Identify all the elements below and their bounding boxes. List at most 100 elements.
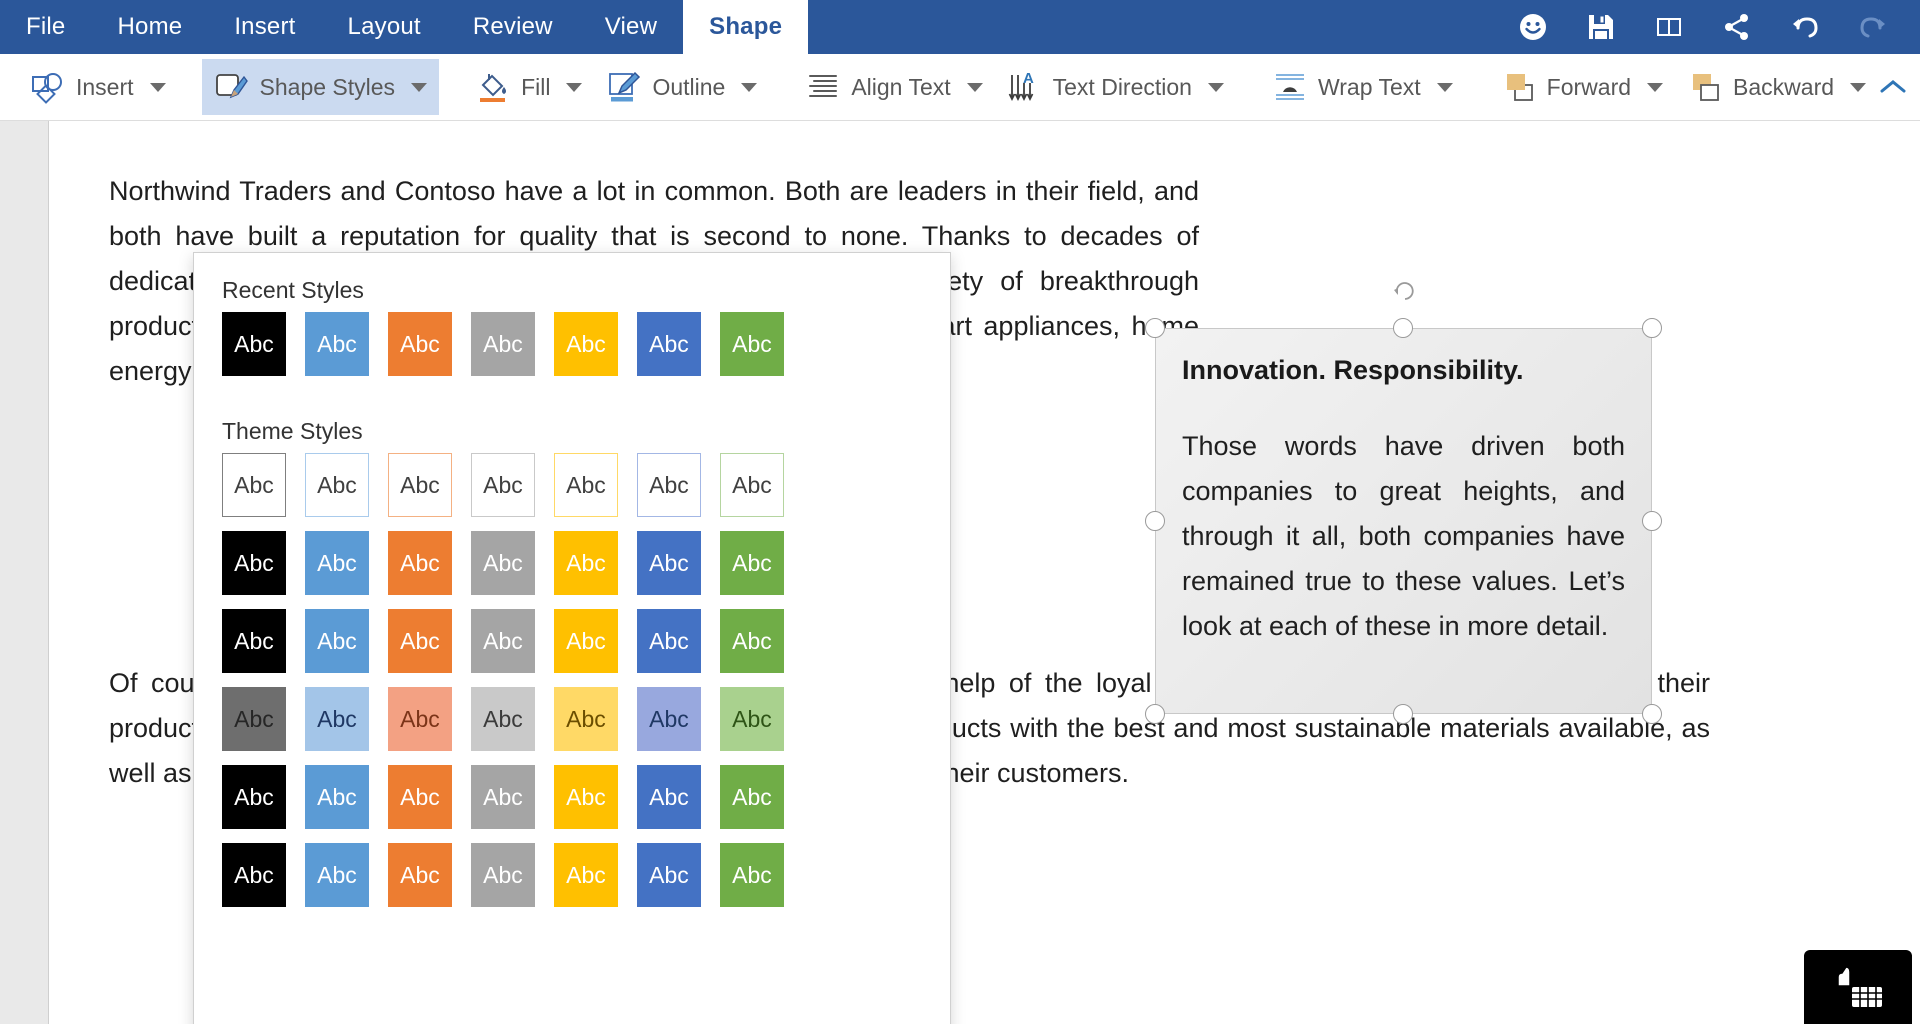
theme-style-swatch-5-6[interactable]: Abc — [637, 765, 701, 829]
theme-style-swatch-5-1[interactable]: Abc — [222, 765, 286, 829]
chevron-down-icon[interactable] — [1436, 82, 1453, 92]
chevron-down-icon[interactable] — [566, 82, 583, 92]
text-box-shape[interactable]: Innovation. Responsibility. Those words … — [1155, 328, 1652, 714]
chevron-down-icon[interactable] — [1850, 82, 1867, 92]
theme-styles-row-6: Abc Abc Abc Abc Abc Abc Abc — [194, 843, 950, 907]
theme-style-swatch-2-6[interactable]: Abc — [637, 531, 701, 595]
recent-style-swatch-6[interactable]: Abc — [637, 312, 701, 376]
read-mode-book-icon[interactable] — [1652, 10, 1686, 44]
collapse-ribbon-button[interactable] — [1878, 69, 1908, 105]
resize-handle-middle-left[interactable] — [1145, 511, 1165, 531]
resize-handle-middle-right[interactable] — [1642, 511, 1662, 531]
tab-insert[interactable]: Insert — [208, 0, 321, 54]
insert-shape-button[interactable]: Insert — [18, 59, 178, 115]
theme-style-swatch-3-1[interactable]: Abc — [222, 609, 286, 673]
tab-layout[interactable]: Layout — [322, 0, 447, 54]
recent-style-swatch-2[interactable]: Abc — [305, 312, 369, 376]
theme-style-swatch-3-7[interactable]: Abc — [720, 609, 784, 673]
recent-style-swatch-3[interactable]: Abc — [388, 312, 452, 376]
tab-view[interactable]: View — [579, 0, 683, 54]
theme-style-swatch-4-3[interactable]: Abc — [388, 687, 452, 751]
chevron-down-icon[interactable] — [966, 82, 983, 92]
recent-style-swatch-7[interactable]: Abc — [720, 312, 784, 376]
send-backward-button[interactable]: Backward — [1675, 59, 1878, 115]
save-icon[interactable] — [1584, 10, 1618, 44]
tab-shape[interactable]: Shape — [683, 0, 809, 54]
theme-style-swatch-1-7[interactable]: Abc — [720, 453, 784, 517]
feedback-smiley-icon[interactable] — [1516, 10, 1550, 44]
resize-handle-top-center[interactable] — [1393, 318, 1413, 338]
theme-style-swatch-6-5[interactable]: Abc — [554, 843, 618, 907]
theme-style-swatch-1-1[interactable]: Abc — [222, 453, 286, 517]
wrap-text-button[interactable]: Wrap Text — [1260, 59, 1465, 115]
share-icon[interactable] — [1720, 10, 1754, 44]
theme-style-swatch-4-5[interactable]: Abc — [554, 687, 618, 751]
text-direction-label: Text Direction — [1052, 73, 1192, 100]
theme-style-swatch-2-7[interactable]: Abc — [720, 531, 784, 595]
theme-style-swatch-1-3[interactable]: Abc — [388, 453, 452, 517]
theme-style-swatch-5-2[interactable]: Abc — [305, 765, 369, 829]
chevron-down-icon[interactable] — [1207, 82, 1224, 92]
tab-file[interactable]: File — [0, 0, 91, 54]
theme-style-swatch-5-3[interactable]: Abc — [388, 765, 452, 829]
theme-style-swatch-1-5[interactable]: Abc — [554, 453, 618, 517]
outline-label: Outline — [652, 73, 726, 100]
theme-style-swatch-6-6[interactable]: Abc — [637, 843, 701, 907]
title-bar: File Home Insert Layout Review View Shap… — [0, 0, 1920, 54]
theme-style-swatch-3-5[interactable]: Abc — [554, 609, 618, 673]
redo-icon[interactable] — [1856, 10, 1890, 44]
chevron-down-icon[interactable] — [411, 82, 428, 92]
recent-style-swatch-1[interactable]: Abc — [222, 312, 286, 376]
touch-keyboard-button[interactable] — [1804, 950, 1912, 1024]
theme-style-swatch-3-4[interactable]: Abc — [471, 609, 535, 673]
theme-style-swatch-2-5[interactable]: Abc — [554, 531, 618, 595]
theme-style-swatch-5-5[interactable]: Abc — [554, 765, 618, 829]
undo-icon[interactable] — [1788, 10, 1822, 44]
theme-style-swatch-4-2[interactable]: Abc — [305, 687, 369, 751]
recent-style-swatch-5[interactable]: Abc — [554, 312, 618, 376]
theme-style-swatch-4-1[interactable]: Abc — [222, 687, 286, 751]
resize-handle-bottom-left[interactable] — [1145, 704, 1165, 724]
outline-button[interactable]: Outline — [594, 59, 769, 115]
theme-style-swatch-6-1[interactable]: Abc — [222, 843, 286, 907]
theme-style-swatch-6-3[interactable]: Abc — [388, 843, 452, 907]
document-canvas[interactable]: Northwind Traders and Contoso have a lot… — [0, 121, 1920, 1024]
theme-style-swatch-3-6[interactable]: Abc — [637, 609, 701, 673]
theme-style-swatch-6-2[interactable]: Abc — [305, 843, 369, 907]
resize-handle-bottom-center[interactable] — [1393, 704, 1413, 724]
insert-shape-label: Insert — [76, 73, 134, 100]
theme-style-swatch-4-7[interactable]: Abc — [720, 687, 784, 751]
theme-style-swatch-1-6[interactable]: Abc — [637, 453, 701, 517]
theme-style-swatch-1-4[interactable]: Abc — [471, 453, 535, 517]
theme-style-swatch-5-4[interactable]: Abc — [471, 765, 535, 829]
bring-forward-button[interactable]: Forward — [1489, 59, 1675, 115]
align-text-button[interactable]: Align Text — [793, 59, 994, 115]
theme-style-swatch-6-4[interactable]: Abc — [471, 843, 535, 907]
chevron-down-icon[interactable] — [149, 82, 166, 92]
shape-styles-button[interactable]: Shape Styles — [201, 59, 440, 115]
resize-handle-top-right[interactable] — [1642, 318, 1662, 338]
fill-button[interactable]: Fill — [463, 59, 594, 115]
theme-style-swatch-5-7[interactable]: Abc — [720, 765, 784, 829]
tab-review[interactable]: Review — [447, 0, 579, 54]
chevron-down-icon[interactable] — [1647, 82, 1664, 92]
title-bar-spacer — [808, 0, 1516, 54]
theme-style-swatch-1-2[interactable]: Abc — [305, 453, 369, 517]
tab-home[interactable]: Home — [91, 0, 208, 54]
rotation-handle[interactable] — [1392, 279, 1416, 303]
recent-style-swatch-4[interactable]: Abc — [471, 312, 535, 376]
theme-style-swatch-2-3[interactable]: Abc — [388, 531, 452, 595]
resize-handle-top-left[interactable] — [1145, 318, 1165, 338]
shape-styles-gallery[interactable]: Recent Styles Abc Abc Abc Abc Abc Abc Abc Them… — [193, 252, 951, 1024]
resize-handle-bottom-right[interactable] — [1642, 704, 1662, 724]
theme-style-swatch-2-4[interactable]: Abc — [471, 531, 535, 595]
theme-style-swatch-2-1[interactable]: Abc — [222, 531, 286, 595]
theme-style-swatch-2-2[interactable]: Abc — [305, 531, 369, 595]
text-direction-button[interactable]: A Text Direction — [995, 59, 1236, 115]
theme-style-swatch-6-7[interactable]: Abc — [720, 843, 784, 907]
theme-style-swatch-4-4[interactable]: Abc — [471, 687, 535, 751]
theme-style-swatch-4-6[interactable]: Abc — [637, 687, 701, 751]
chevron-down-icon[interactable] — [741, 82, 758, 92]
theme-style-swatch-3-2[interactable]: Abc — [305, 609, 369, 673]
theme-style-swatch-3-3[interactable]: Abc — [388, 609, 452, 673]
